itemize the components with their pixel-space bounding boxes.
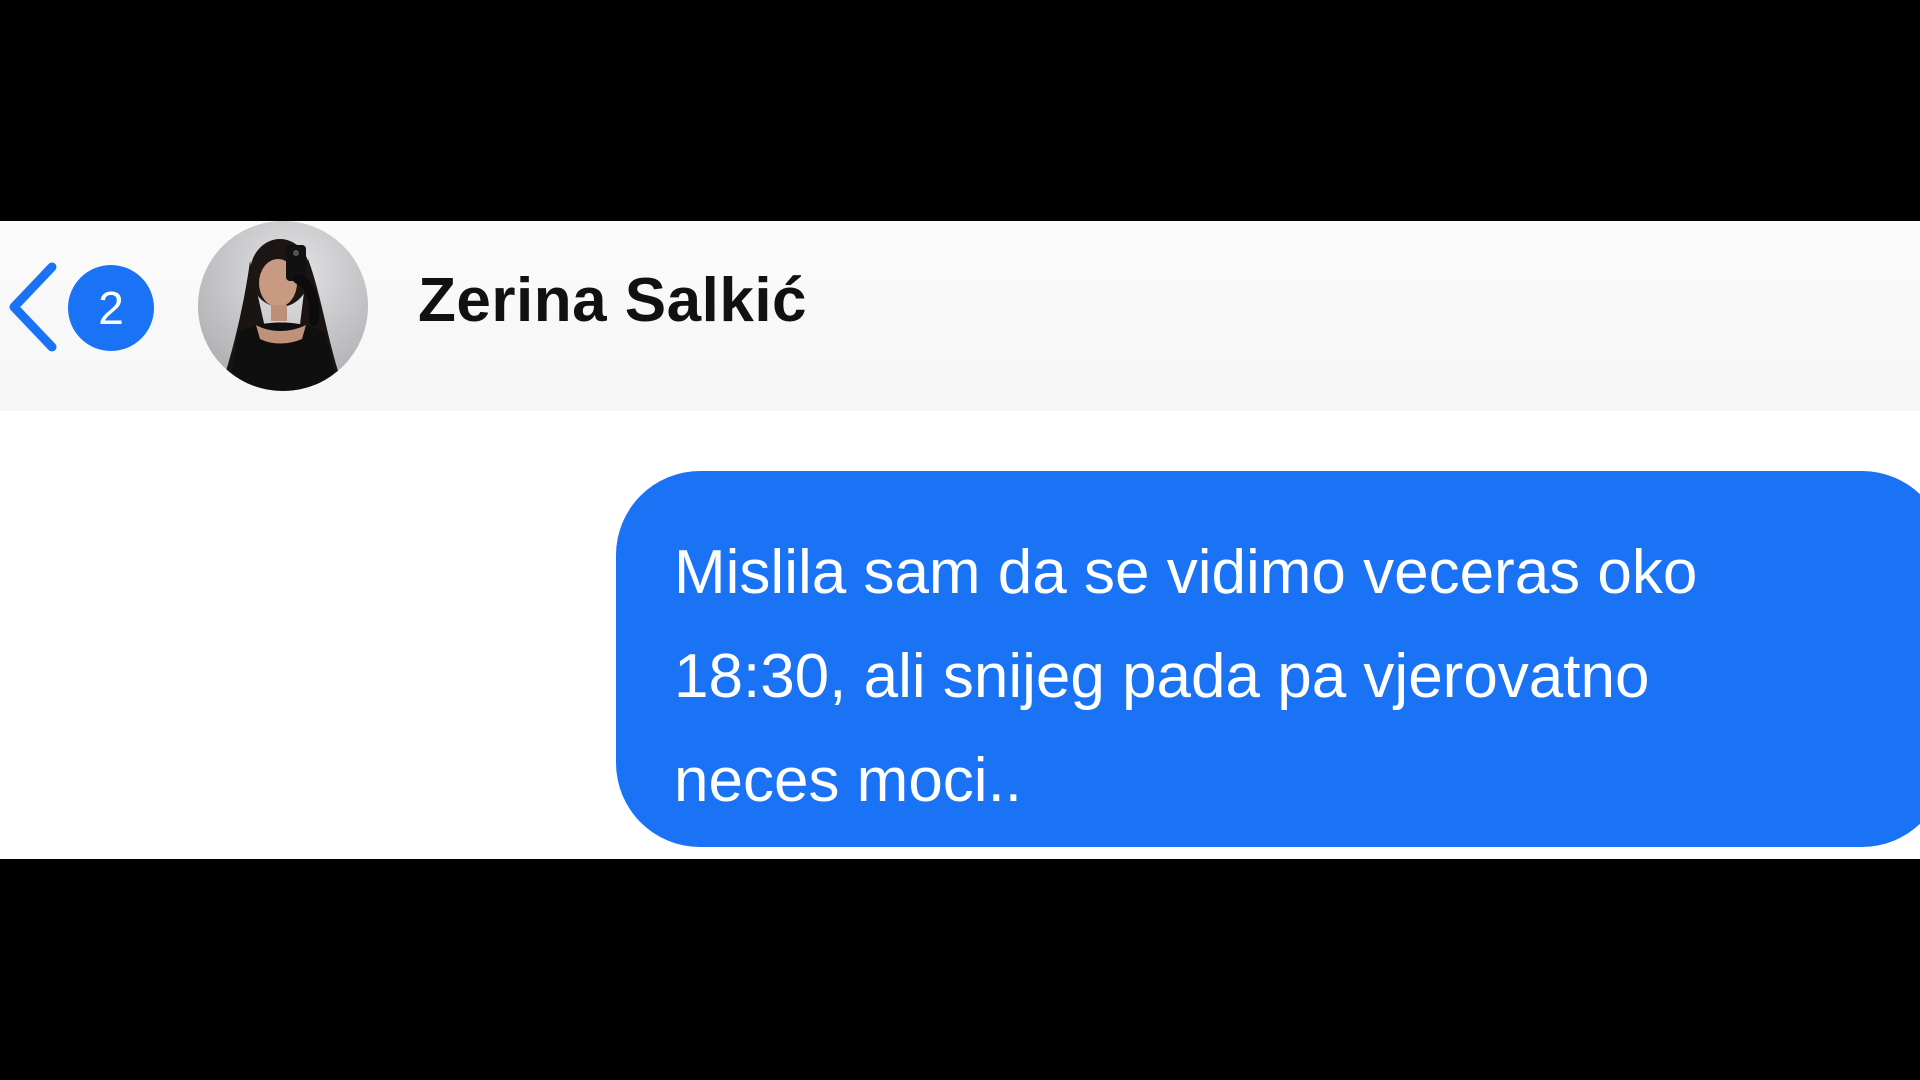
- profile-photo: [198, 221, 368, 391]
- avatar[interactable]: [198, 221, 368, 391]
- chevron-left-icon: [9, 262, 57, 352]
- message-line: 18:30, ali snijeg pada pa vjerovatno: [674, 642, 1650, 711]
- back-button[interactable]: 2: [4, 257, 154, 357]
- message-line: neces moci..: [674, 746, 1023, 815]
- chat-header: 2 Zerina Salkić: [0, 221, 1920, 411]
- letterbox-frame: 2 Zerina Salkić Mislila sam da se vidimo…: [0, 0, 1920, 1080]
- message-text: Mislila sam da se vidimo veceras oko 18:…: [674, 521, 1890, 833]
- chat-screen: 2 Zerina Salkić Mislila sam da se vidimo…: [0, 221, 1920, 859]
- contact-name[interactable]: Zerina Salkić: [418, 265, 807, 336]
- unread-count-badge: 2: [68, 265, 154, 351]
- message-line: Mislila sam da se vidimo veceras oko: [674, 538, 1698, 607]
- outgoing-message-bubble[interactable]: Mislila sam da se vidimo veceras oko 18:…: [616, 471, 1920, 847]
